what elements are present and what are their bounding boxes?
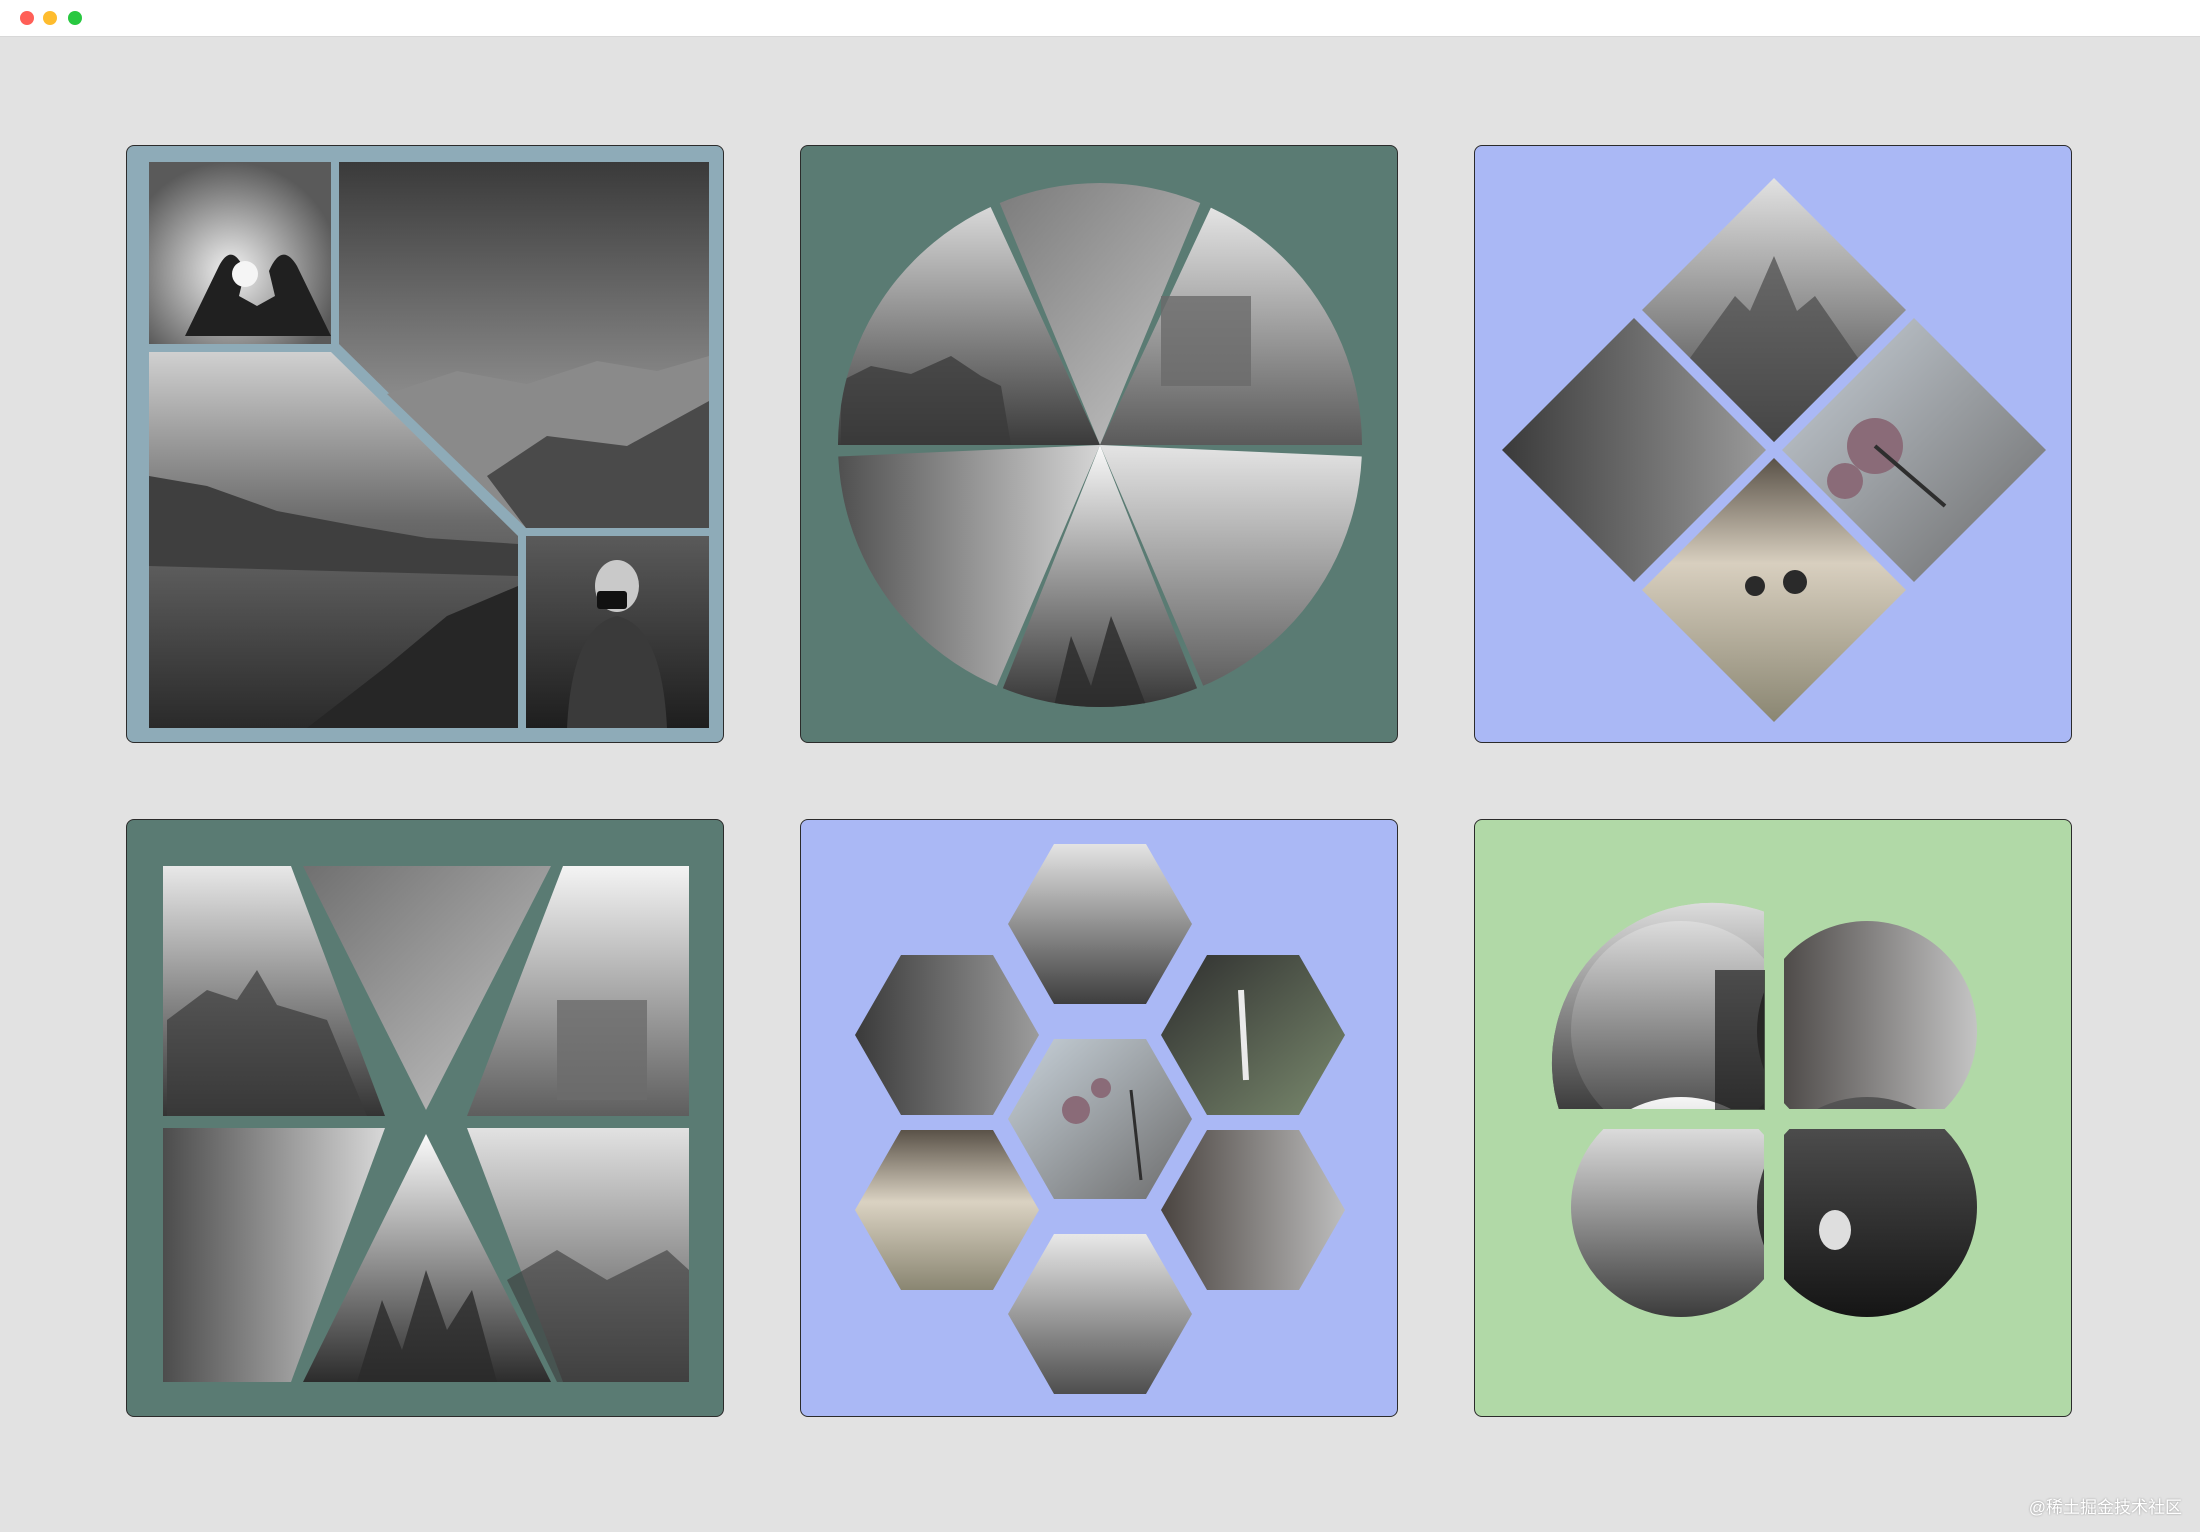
window-titlebar bbox=[0, 0, 2200, 37]
collage-diamond-grid-graphic bbox=[1502, 178, 2046, 722]
collage-card-circle-pie bbox=[800, 145, 1398, 743]
collage-hexagon-cluster-graphic bbox=[855, 844, 1345, 1394]
watermark: @稀土掘金技术社区 bbox=[2028, 1498, 2182, 1517]
hex-tile-pink-flowers bbox=[1008, 1039, 1192, 1199]
collage-card-square-split bbox=[126, 145, 724, 743]
collage-card-clover-circles bbox=[1474, 819, 2072, 1417]
hex-tile-brick-alley bbox=[1161, 1130, 1345, 1290]
hex-tile-field-trees bbox=[855, 1130, 1039, 1290]
collage-circle-pie-graphic bbox=[838, 183, 1362, 707]
hex-tile-coastal-cliffs bbox=[1008, 1234, 1192, 1394]
close-window-button[interactable] bbox=[20, 11, 34, 25]
circle-tile-cathedral-night bbox=[1757, 1097, 1977, 1317]
collage-square-split-graphic bbox=[149, 162, 709, 728]
photo-tile-woman-camera bbox=[526, 536, 709, 728]
minimize-window-button[interactable] bbox=[43, 11, 57, 25]
maximize-window-button[interactable] bbox=[68, 11, 82, 25]
photo-tile-heart-hands bbox=[149, 162, 331, 344]
collage-card-hexagon-cluster bbox=[800, 819, 1398, 1417]
hex-tile-waterfall bbox=[1161, 955, 1345, 1115]
collage-square-pie-graphic bbox=[163, 866, 689, 1382]
collage-card-diamond-grid bbox=[1474, 145, 2072, 743]
hex-tile-rock-cliffs bbox=[855, 955, 1039, 1115]
collage-card-square-pie bbox=[126, 819, 724, 1417]
hex-tile-castle bbox=[1008, 844, 1192, 1004]
collage-clover-circles-graphic bbox=[1535, 880, 2015, 1360]
